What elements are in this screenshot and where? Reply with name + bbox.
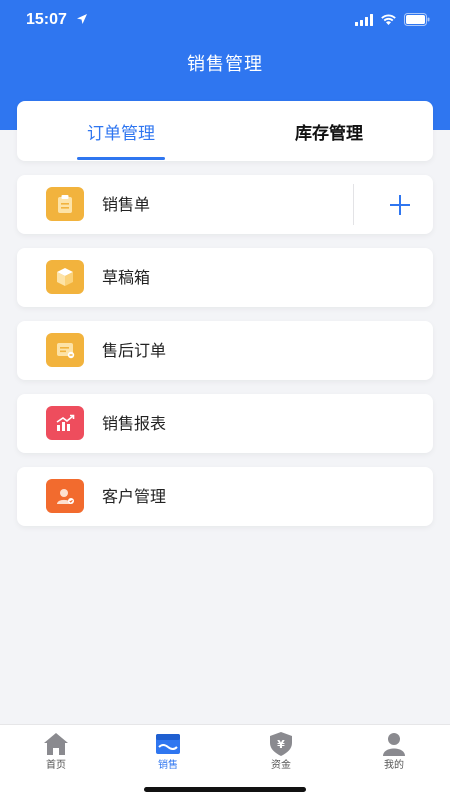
customer-icon <box>46 479 84 513</box>
active-tab-indicator <box>77 157 165 160</box>
tabbar-item-label: 首页 <box>46 760 66 771</box>
vertical-divider <box>353 184 354 225</box>
order-icon <box>46 333 84 367</box>
tabbar-item-label: 销售 <box>158 760 178 771</box>
menu-item-label: 售后订单 <box>102 341 167 360</box>
plus-icon <box>390 194 410 215</box>
menu-item-sales-order[interactable]: 销售单 <box>17 175 433 234</box>
cellular-signal-icon <box>355 14 373 26</box>
box-icon <box>46 260 84 294</box>
tabbar-item-mine[interactable]: 我的 <box>338 725 450 775</box>
clipboard-icon <box>46 187 84 221</box>
home-indicator <box>144 787 306 792</box>
location-arrow-icon <box>77 14 87 24</box>
tabbar-item-label: 资金 <box>271 760 291 771</box>
tabbar-item-label: 我的 <box>384 760 404 771</box>
fund-shield-icon: ¥ <box>270 732 292 756</box>
status-bar: 15:07 <box>0 0 450 42</box>
wifi-icon <box>381 14 396 25</box>
page-title: 销售管理 <box>187 54 263 75</box>
tab-inventory-management[interactable]: 库存管理 <box>225 101 433 161</box>
home-icon <box>44 733 68 755</box>
menu-item-label: 销售单 <box>102 195 151 214</box>
sales-icon <box>156 734 180 754</box>
tabbar-item-funds[interactable]: ¥ 资金 <box>225 725 337 775</box>
status-time: 15:07 <box>26 11 67 28</box>
svg-text:¥: ¥ <box>277 738 285 751</box>
menu-item-customer-management[interactable]: 客户管理 <box>17 467 433 526</box>
menu-item-label: 客户管理 <box>102 487 167 506</box>
menu-item-after-sales-order[interactable]: 售后订单 <box>17 321 433 380</box>
profile-icon <box>383 733 405 756</box>
tab-order-management[interactable]: 订单管理 <box>17 101 225 161</box>
menu-item-drafts[interactable]: 草稿箱 <box>17 248 433 307</box>
add-sales-order-button[interactable] <box>367 175 433 234</box>
battery-icon <box>404 13 430 26</box>
tabbar-item-home[interactable]: 首页 <box>0 725 112 775</box>
tab-bar-card: 订单管理 库存管理 <box>17 101 433 161</box>
chart-icon <box>46 406 84 440</box>
menu-item-label: 销售报表 <box>102 414 167 433</box>
menu-item-label: 草稿箱 <box>102 268 151 287</box>
tabbar-item-sales[interactable]: 销售 <box>112 725 224 775</box>
menu-item-sales-report[interactable]: 销售报表 <box>17 394 433 453</box>
